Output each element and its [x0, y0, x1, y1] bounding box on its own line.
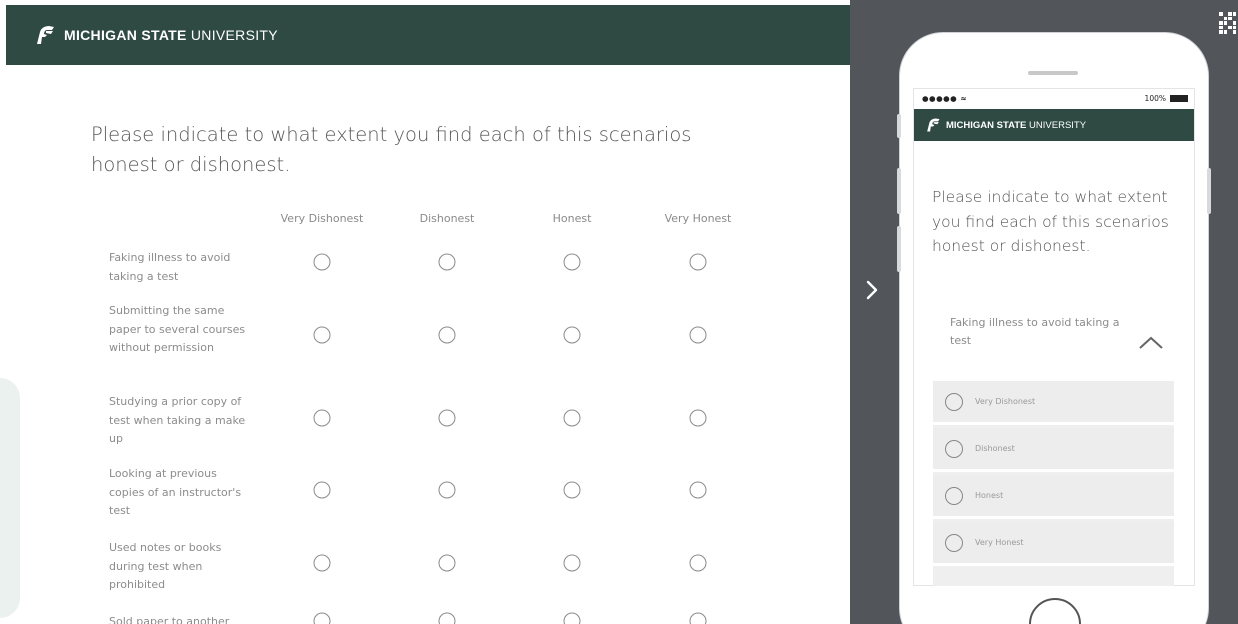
radio-button[interactable]: [563, 554, 581, 572]
radio-button[interactable]: [438, 409, 456, 427]
radio-button[interactable]: [945, 486, 963, 505]
radio-button[interactable]: [945, 392, 963, 411]
row-label: Submitting the same paper to several cou…: [109, 304, 246, 354]
radio-button[interactable]: [689, 612, 707, 624]
row-label: Sold paper to another: [109, 615, 230, 624]
desktop-survey-view: MICHIGAN STATE UNIVERSITY Please indicat…: [0, 0, 850, 624]
qr-code-icon[interactable]: [1219, 12, 1236, 34]
mobile-option-very-honest[interactable]: Very Honest: [933, 522, 1174, 566]
radio-button[interactable]: [945, 439, 963, 458]
radio-button[interactable]: [563, 481, 581, 499]
signal-indicator: ●●●●● ≈: [922, 94, 968, 103]
survey-preview-screen: MICHIGAN STATE UNIVERSITY Please indicat…: [0, 0, 1238, 624]
mobile-question-text: Please indicate to what extent you find …: [932, 188, 1169, 255]
radio-button[interactable]: [689, 253, 707, 271]
mobile-options-list: Very Dishonest Dishonest Honest Very Hon…: [933, 381, 1174, 586]
radio-button[interactable]: [438, 253, 456, 271]
spartan-helmet-icon: [927, 118, 940, 132]
radio-button[interactable]: [563, 612, 581, 624]
radio-button[interactable]: [689, 554, 707, 572]
row-label: Used notes or books during test when pro…: [109, 541, 222, 591]
radio-button[interactable]: [313, 554, 331, 572]
column-header: Dishonest: [419, 212, 475, 225]
radio-button[interactable]: [563, 253, 581, 271]
row-label: Faking illness to avoid taking a test: [109, 251, 231, 283]
battery-indicator: 100%: [1145, 94, 1188, 103]
phone-side-button: [1207, 168, 1211, 214]
phone-side-button: [897, 114, 901, 138]
column-header: Honest: [552, 212, 592, 225]
radio-button[interactable]: [438, 554, 456, 572]
phone-speaker: [1028, 71, 1078, 75]
row-label: Studying a prior copy of test when takin…: [109, 395, 246, 445]
radio-button[interactable]: [313, 612, 331, 624]
phone-side-button: [897, 226, 901, 272]
radio-button[interactable]: [563, 409, 581, 427]
radio-button[interactable]: [313, 481, 331, 499]
mobile-option-very-dishonest[interactable]: Very Dishonest: [933, 381, 1174, 425]
status-bar: ●●●●● ≈ 100%: [914, 89, 1194, 108]
radio-button[interactable]: [689, 481, 707, 499]
radio-button[interactable]: [313, 326, 331, 344]
mobile-item-label: Faking illness to avoid taking a test: [950, 316, 1120, 347]
radio-button[interactable]: [689, 409, 707, 427]
phone-side-button: [897, 168, 901, 214]
mobile-option-honest[interactable]: Honest: [933, 475, 1174, 519]
column-header: Very Dishonest: [280, 212, 364, 225]
chevron-up-icon[interactable]: [1137, 333, 1165, 353]
wifi-icon: ≈: [960, 94, 968, 103]
radio-button[interactable]: [563, 326, 581, 344]
radio-button[interactable]: [313, 253, 331, 271]
mobile-brand-name: MICHIGAN STATE UNIVERSITY: [946, 119, 1087, 131]
column-header: Very Honest: [664, 212, 732, 225]
mobile-header: MICHIGAN STATE UNIVERSITY: [914, 109, 1194, 141]
radio-button[interactable]: [945, 533, 963, 552]
radio-button[interactable]: [689, 326, 707, 344]
radio-button[interactable]: [438, 326, 456, 344]
chevron-right-icon[interactable]: [860, 278, 884, 302]
mobile-option-dishonest[interactable]: Dishonest: [933, 428, 1174, 472]
radio-button[interactable]: [438, 612, 456, 624]
likert-matrix: Very Dishonest Dishonest Honest Very Honest…: [0, 0, 850, 624]
row-label: Looking at previous copies of an instruc…: [109, 467, 242, 517]
radio-button[interactable]: [313, 409, 331, 427]
battery-icon: [1170, 95, 1188, 102]
radio-button[interactable]: [438, 481, 456, 499]
